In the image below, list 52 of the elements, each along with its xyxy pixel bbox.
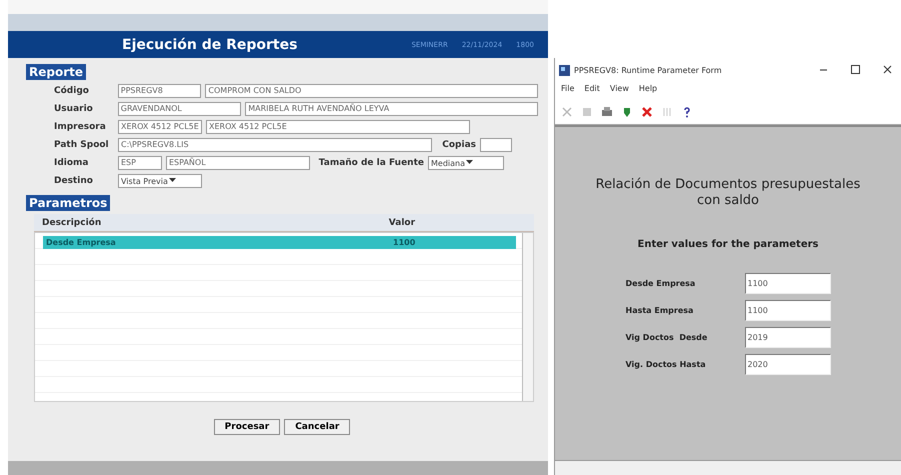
input-field[interactable]: 2019 bbox=[744, 327, 830, 348]
maximize-icon[interactable] bbox=[850, 64, 860, 74]
field-label: Impresora bbox=[54, 122, 107, 132]
window-title: Ejecución de Reportes bbox=[121, 36, 298, 52]
field-label: Path Spool bbox=[54, 140, 110, 150]
field-label: Vig Doctos Desde bbox=[626, 333, 708, 342]
table-row[interactable]: Desde Empresa 1100 bbox=[43, 236, 516, 249]
input-field[interactable]: 1100 bbox=[744, 300, 830, 321]
text-field[interactable]: MARIBELA RUTH AVENDAÑO LEYVA bbox=[245, 102, 538, 116]
printer-icon[interactable] bbox=[601, 106, 613, 118]
field-label: Destino bbox=[54, 176, 94, 186]
font-size-dropdown[interactable]: Mediana bbox=[428, 156, 504, 170]
column-header: Valor bbox=[388, 218, 416, 228]
close-icon[interactable] bbox=[882, 64, 892, 74]
text-field[interactable]: COMPROM CON SALDO bbox=[205, 84, 538, 98]
field-label: Código bbox=[54, 86, 90, 96]
field-label: Desde Empresa bbox=[626, 279, 696, 288]
menu-item[interactable]: Edit bbox=[584, 84, 600, 98]
field-label: Usuario bbox=[54, 104, 94, 114]
menu-item[interactable]: File bbox=[561, 84, 574, 98]
menu-item[interactable]: View bbox=[610, 84, 629, 98]
text-field[interactable]: XEROX 4512 PCL5E bbox=[206, 120, 470, 134]
menu-item[interactable]: Help bbox=[638, 84, 658, 98]
table-cell-text: 1100 bbox=[392, 238, 416, 247]
text-field[interactable]: GRAVENDANOL bbox=[118, 102, 242, 116]
field-label: Copias bbox=[441, 140, 476, 150]
section-heading: Parametros bbox=[26, 195, 110, 211]
text-field[interactable]: PPSREGV8 bbox=[118, 84, 202, 98]
field-label: Hasta Empresa bbox=[626, 306, 694, 315]
window-title: PPSREGV8: Runtime Parameter Form bbox=[574, 66, 723, 74]
text-field[interactable]: XEROX 4512 PCL5E bbox=[118, 120, 202, 134]
table-cell-text: Desde Empresa bbox=[45, 238, 117, 247]
scrollbar[interactable] bbox=[522, 233, 533, 401]
text-field[interactable]: C:\PPSREGV8.LIS bbox=[118, 138, 432, 152]
text-field[interactable]: ESP bbox=[118, 156, 162, 170]
destination-dropdown[interactable]: Vista Previa bbox=[118, 174, 202, 188]
action-button[interactable]: Cancelar bbox=[284, 419, 350, 435]
action-button[interactable]: Procesar bbox=[214, 419, 280, 435]
field-label: Vig. Doctos Hasta bbox=[626, 360, 707, 369]
scrollbar[interactable] bbox=[555, 460, 901, 475]
copies-field[interactable] bbox=[480, 138, 512, 152]
prompt-text: Enter values for the parameters bbox=[638, 239, 818, 250]
column-header: Descripción bbox=[41, 218, 102, 228]
app-icon bbox=[559, 64, 570, 76]
report-title: Relación de Documentos presupuestales con saldo bbox=[594, 177, 862, 209]
shield-icon[interactable] bbox=[621, 106, 633, 118]
input-field[interactable]: 2020 bbox=[744, 354, 830, 375]
section-heading: Reporte bbox=[26, 64, 86, 80]
input-field[interactable]: 1100 bbox=[744, 273, 830, 294]
field-label: Tamaño de la Fuente bbox=[318, 158, 424, 168]
field-label: Idioma bbox=[54, 158, 90, 168]
text-field[interactable]: ESPAÑOL bbox=[166, 156, 310, 170]
